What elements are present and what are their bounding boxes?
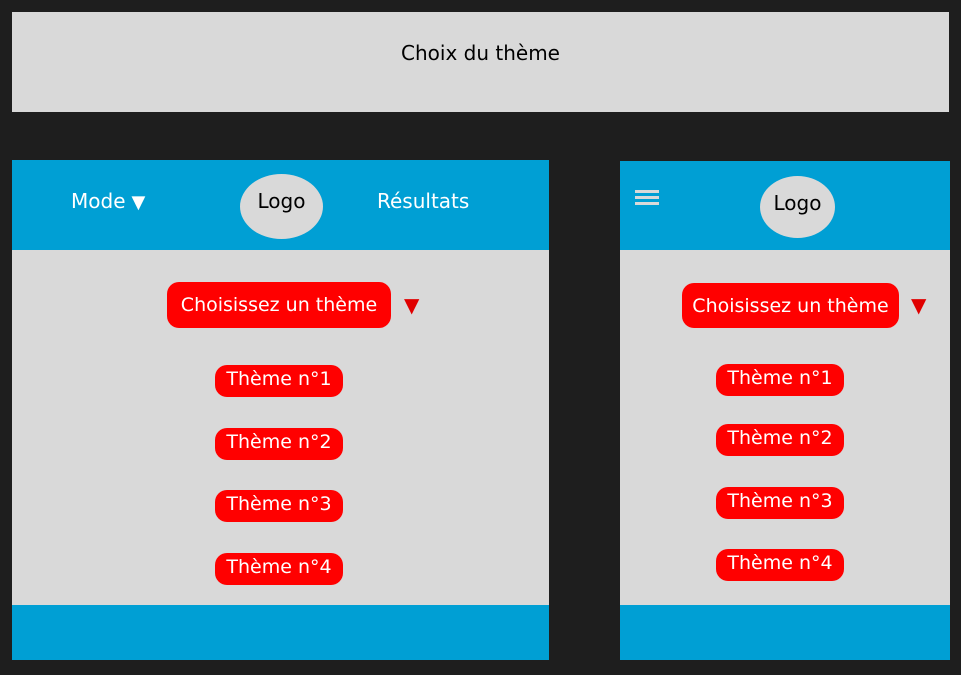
theme-button-label: Thème n°4 (226, 556, 332, 578)
theme-button-label: Thème n°2 (226, 431, 332, 453)
theme-list: Thème n°1 Thème n°2 Thème n°3 Thème n°4 (620, 161, 950, 660)
theme-button-label: Thème n°1 (727, 367, 833, 389)
theme-button-4[interactable]: Thème n°4 (716, 549, 844, 581)
theme-button-label: Thème n°4 (727, 552, 833, 574)
theme-button-label: Thème n°1 (226, 368, 332, 390)
theme-button-label: Thème n°3 (226, 493, 332, 515)
theme-button-label: Thème n°2 (727, 427, 833, 449)
desktop-mockup: Mode ▼ Logo Résultats Choisissez un thème… (12, 160, 549, 660)
theme-button-2[interactable]: Thème n°2 (716, 424, 844, 456)
theme-list: Thème n°1 Thème n°2 Thème n°3 Thème n°4 (12, 160, 549, 660)
theme-button-3[interactable]: Thème n°3 (716, 487, 844, 519)
mobile-footer (620, 605, 950, 660)
desktop-footer (12, 605, 549, 660)
mobile-mockup: Logo Choisissez un thème ▼ Thème n°1 Thè… (620, 161, 950, 660)
theme-button-1[interactable]: Thème n°1 (215, 365, 343, 397)
theme-button-label: Thème n°3 (727, 490, 833, 512)
theme-button-3[interactable]: Thème n°3 (215, 490, 343, 522)
theme-button-1[interactable]: Thème n°1 (716, 364, 844, 396)
page-title: Choix du thème (401, 41, 560, 65)
theme-button-2[interactable]: Thème n°2 (215, 428, 343, 460)
page-title-bar: Choix du thème (12, 12, 949, 112)
theme-button-4[interactable]: Thème n°4 (215, 553, 343, 585)
